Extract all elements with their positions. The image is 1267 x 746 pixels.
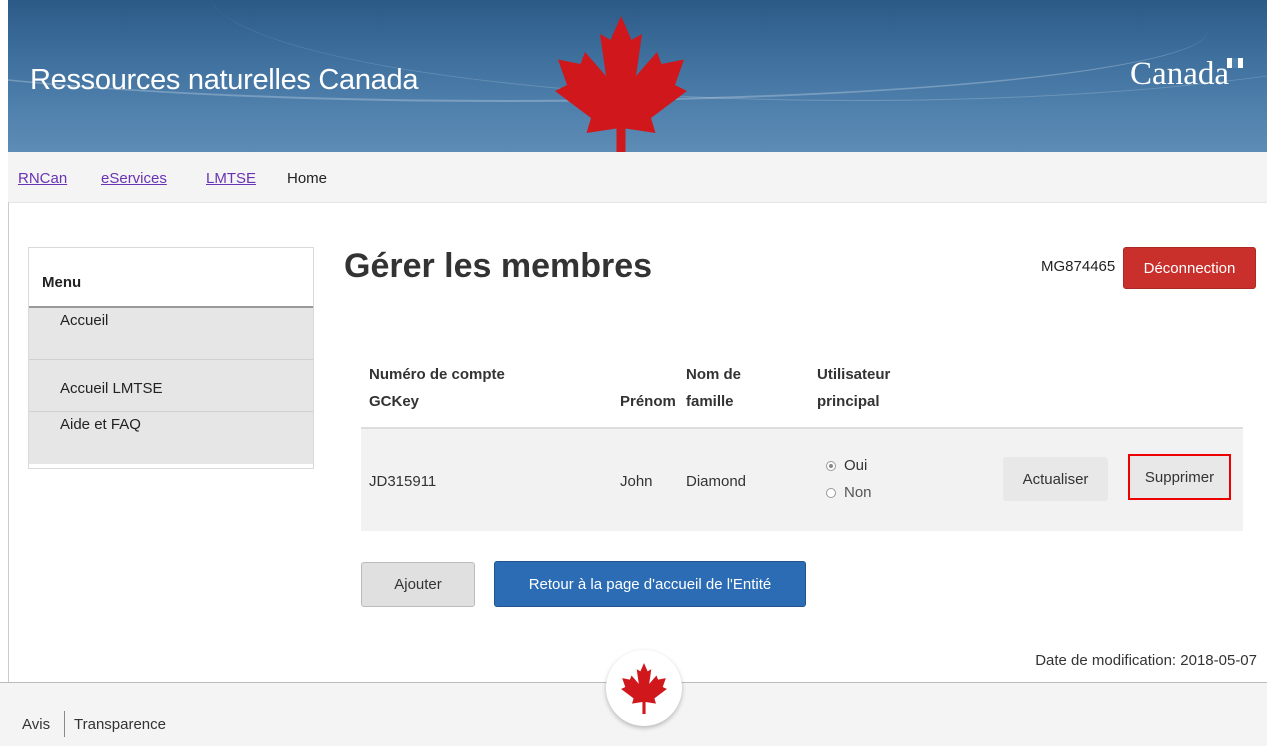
breadcrumb: RNCan eServices LMTSE Home <box>8 152 1267 203</box>
site-header: Ressources naturelles Canada Canada <box>8 0 1267 152</box>
radio-primary-oui[interactable]: Oui <box>826 457 867 474</box>
column-header-last-name: Nom de famille <box>686 366 742 410</box>
menu-item-accueil-lmtse[interactable]: Accueil LMTSE <box>29 360 313 412</box>
radio-unselected-icon[interactable] <box>826 487 836 498</box>
divider <box>8 202 9 682</box>
breadcrumb-link-eservices[interactable]: eServices <box>101 170 167 187</box>
menu-title: Menu <box>29 248 313 308</box>
breadcrumb-link-lmtse[interactable]: LMTSE <box>206 170 256 187</box>
footer-separator <box>64 711 65 737</box>
column-header-primary-user: Utilisateur principal <box>817 366 891 410</box>
cell-first-name: John <box>620 473 653 490</box>
site-title[interactable]: Ressources naturelles Canada <box>30 64 418 97</box>
radio-primary-non[interactable]: Non <box>826 484 872 501</box>
delete-button[interactable]: Supprimer <box>1128 454 1231 500</box>
table-row <box>361 429 1243 531</box>
footer-link-avis[interactable]: Avis <box>22 716 50 733</box>
side-menu: Menu Accueil Accueil LMTSE Aide et FAQ <box>28 247 314 469</box>
menu-item-aide-faq[interactable]: Aide et FAQ <box>29 412 313 464</box>
breadcrumb-current: Home <box>287 170 328 187</box>
footer-link-transparence[interactable]: Transparence <box>74 716 166 733</box>
column-header-first-name: Prénom <box>620 393 676 410</box>
radio-selected-icon[interactable] <box>826 460 836 471</box>
column-header-account: Numéro de compte GCKey <box>369 366 505 410</box>
page-title: Gérer les membres <box>344 247 653 285</box>
update-button[interactable]: Actualiser <box>1003 457 1108 501</box>
menu-item-accueil[interactable]: Accueil <box>29 308 313 360</box>
flag-icon <box>1227 58 1243 68</box>
date-modified: Date de modification: 2018-05-07 <box>1035 652 1257 669</box>
canada-wordmark: Canada <box>1130 56 1247 93</box>
return-home-button[interactable]: Retour à la page d'accueil de l'Entité <box>494 561 806 607</box>
logout-button[interactable]: Déconnection <box>1123 247 1256 289</box>
account-id: MG874465 <box>1041 258 1116 275</box>
cell-account: JD315911 <box>369 473 437 490</box>
maple-leaf-icon <box>555 15 687 152</box>
maple-leaf-icon <box>621 663 667 714</box>
cell-last-name: Diamond <box>686 473 747 490</box>
add-button[interactable]: Ajouter <box>361 562 475 607</box>
breadcrumb-link-rncan[interactable]: RNCan <box>18 170 67 187</box>
